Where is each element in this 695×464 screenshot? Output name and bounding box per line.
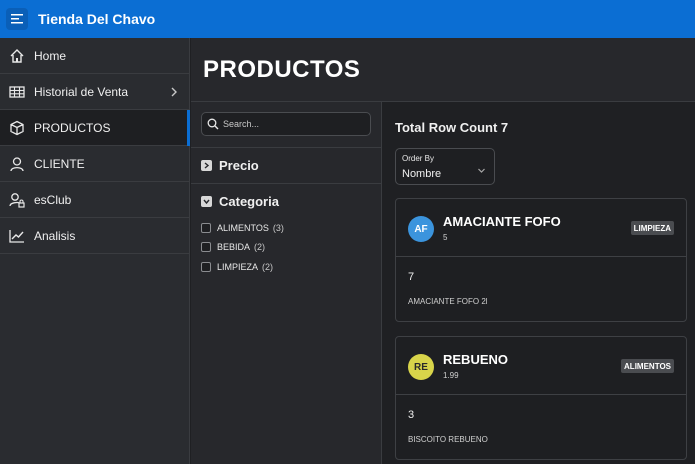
card-description: BISCOITO REBUENO	[408, 435, 488, 444]
sidebar-nav: Home Historial de Venta PRODUCTOS CLIENT…	[0, 38, 190, 464]
card-quantity: 7	[408, 271, 415, 283]
sidebar-item-home[interactable]: Home	[0, 38, 189, 74]
chevron-right-icon[interactable]	[169, 85, 179, 103]
card-quantity: 3	[408, 409, 415, 421]
sidebar-item-label: Historial de Venta	[34, 84, 129, 99]
main-content: PRODUCTOS Search... Precio Categoria ALI…	[191, 38, 695, 464]
chart-line-icon	[8, 227, 26, 245]
sidebar-item-label: CLIENTE	[34, 156, 85, 171]
faceted-search-panel: Search... Precio Categoria ALIMENTOS (3)…	[191, 102, 382, 464]
avatar: RE	[408, 354, 434, 380]
facet-label: Precio	[219, 158, 259, 173]
facet-option-bebida[interactable]: BEBIDA (2)	[201, 240, 265, 254]
sidebar-item-cliente[interactable]: CLIENTE	[0, 146, 189, 182]
total-row-count: Total Row Count 7	[395, 120, 509, 135]
hamburger-menu-button[interactable]	[6, 8, 28, 30]
sidebar-item-productos[interactable]: PRODUCTOS	[0, 110, 190, 146]
option-count: (3)	[272, 223, 284, 233]
facet-label: Categoria	[219, 194, 279, 209]
facet-option-limpieza[interactable]: LIMPIEZA (2)	[201, 260, 273, 274]
option-label: ALIMENTOS	[217, 223, 269, 233]
sidebar-item-label: esClub	[34, 192, 72, 207]
checkbox[interactable]	[201, 242, 211, 252]
card-header: RE REBUENO 1.99 ALIMENTOS	[396, 337, 686, 395]
facet-precio[interactable]: Precio	[191, 147, 382, 183]
box-icon	[8, 119, 26, 137]
avatar: AF	[408, 216, 434, 242]
table-icon	[8, 83, 26, 101]
chevron-down-icon[interactable]	[201, 196, 212, 207]
user-icon	[8, 155, 26, 173]
facet-option-alimentos[interactable]: ALIMENTOS (3)	[201, 221, 284, 235]
top-bar: Tienda Del Chavo	[0, 0, 695, 38]
search-input[interactable]: Search...	[201, 112, 371, 136]
product-card[interactable]: AF AMACIANTE FOFO 5 LIMPIEZA 7 AMACIANTE…	[395, 198, 687, 322]
page-header: PRODUCTOS	[191, 38, 695, 102]
sidebar-item-analisis[interactable]: Analisis	[0, 218, 189, 254]
option-count: (2)	[254, 242, 266, 252]
checkbox[interactable]	[201, 223, 211, 233]
sidebar-item-label: Analisis	[34, 228, 76, 243]
order-by-value: Nombre	[402, 168, 442, 180]
menu-icon	[11, 14, 23, 24]
product-card[interactable]: RE REBUENO 1.99 ALIMENTOS 3 BISCOITO REB…	[395, 336, 687, 460]
chevron-right-icon[interactable]	[201, 160, 212, 171]
user-lock-icon	[8, 191, 26, 209]
order-by-select[interactable]: Order By Nombre	[395, 148, 495, 185]
option-count: (2)	[262, 262, 274, 272]
card-price: 5	[443, 233, 448, 242]
sidebar-item-label: PRODUCTOS	[34, 120, 111, 135]
search-placeholder: Search...	[223, 119, 260, 129]
order-by-label: Order By	[402, 154, 435, 163]
card-description: AMACIANTE FOFO 2l	[408, 297, 488, 306]
card-title: REBUENO	[443, 352, 509, 367]
card-price: 1.99	[443, 371, 459, 380]
home-icon	[8, 47, 26, 65]
card-body: 3 BISCOITO REBUENO	[396, 395, 686, 459]
card-header: AF AMACIANTE FOFO 5 LIMPIEZA	[396, 199, 686, 257]
category-badge: ALIMENTOS	[621, 359, 674, 373]
card-title: AMACIANTE FOFO	[443, 214, 561, 229]
card-body: 7 AMACIANTE FOFO 2l	[396, 257, 686, 321]
sidebar-item-esclub[interactable]: esClub	[0, 182, 189, 218]
category-badge: LIMPIEZA	[630, 221, 674, 235]
sidebar-item-historial-de-venta[interactable]: Historial de Venta	[0, 74, 189, 110]
facet-categoria[interactable]: Categoria	[191, 183, 382, 219]
app-title[interactable]: Tienda Del Chavo	[38, 11, 155, 27]
results-panel: Total Row Count 7 Order By Nombre AF AMA…	[383, 102, 695, 464]
page-title: PRODUCTOS	[203, 55, 361, 83]
chevron-down-icon	[477, 162, 486, 180]
search-icon	[207, 118, 219, 130]
sidebar-item-label: Home	[34, 48, 67, 63]
option-label: LIMPIEZA	[217, 262, 259, 272]
checkbox[interactable]	[201, 262, 211, 272]
option-label: BEBIDA	[217, 242, 251, 252]
